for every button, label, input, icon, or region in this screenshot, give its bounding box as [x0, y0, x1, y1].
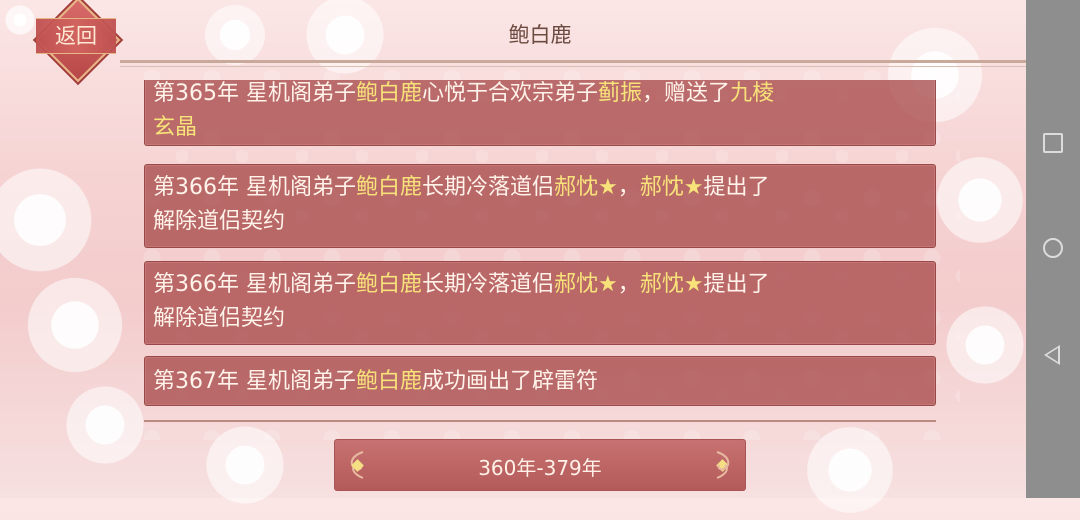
event-text: ，赠送了: [642, 81, 731, 106]
blossom-decoration: [0, 160, 100, 280]
highlighted-name: 郝忱★: [554, 272, 618, 297]
event-text: 第366年 星机阁弟子: [153, 272, 356, 297]
event-log-line: 玄晶: [153, 111, 927, 145]
event-log-entry: 第366年 星机阁弟子鲍白鹿长期冷落道侣郝忱★，郝忱★提出了 解除道侣契约: [144, 261, 936, 345]
highlighted-name: 郝忱★: [554, 175, 618, 200]
blossom-decoration: [200, 420, 290, 510]
highlighted-name: 鲍白鹿: [356, 81, 423, 106]
event-text: 解除道侣契约: [153, 306, 286, 331]
back-button-label: 返回: [36, 18, 116, 54]
event-text: 成功画出了辟雷符: [422, 369, 599, 394]
highlighted-name: 鲍白鹿: [356, 272, 423, 297]
highlighted-name: 鲍白鹿: [356, 369, 423, 394]
blossom-decoration: [60, 380, 150, 470]
event-text: 第366年 星机阁弟子: [153, 175, 356, 200]
event-text: 解除道侣契约: [153, 209, 286, 234]
home-icon[interactable]: [1043, 238, 1063, 258]
event-log-entry: 第367年 星机阁弟子鲍白鹿成功画出了辟雷符: [144, 356, 936, 406]
event-text: 第367年 星机阁弟子: [153, 369, 356, 394]
event-text: 提出了: [703, 272, 770, 297]
event-log-line: 解除道侣契约: [153, 302, 927, 336]
event-text: 长期冷落道侣: [422, 175, 555, 200]
event-log-line: 第366年 星机阁弟子鲍白鹿长期冷落道侣郝忱★，郝忱★提出了: [153, 268, 927, 302]
highlighted-name: 蓟振: [598, 81, 643, 106]
recent-apps-icon[interactable]: [1043, 133, 1063, 153]
ornament-right-icon: [716, 451, 730, 479]
event-text: 心悦于合欢宗弟子: [422, 81, 599, 106]
event-log-entry: 第365年 星机阁弟子鲍白鹿心悦于合欢宗弟子蓟振，赠送了九棱玄晶: [144, 80, 936, 146]
event-text: 长期冷落道侣: [422, 272, 555, 297]
blossom-decoration: [930, 150, 1030, 250]
blossom-decoration: [20, 270, 130, 380]
event-log-line: 第366年 星机阁弟子鲍白鹿长期冷落道侣郝忱★，郝忱★提出了: [153, 171, 927, 205]
highlighted-name: 郝忱★: [639, 175, 704, 200]
event-log-line: 第367年 星机阁弟子鲍白鹿成功画出了辟雷符: [153, 365, 927, 399]
back-button[interactable]: 返回: [30, 0, 121, 83]
highlighted-name: 郝忱★: [639, 272, 704, 297]
event-text: 第365年 星机阁弟子: [153, 81, 356, 106]
blossom-decoration: [940, 300, 1030, 390]
highlighted-name: 九棱: [730, 81, 775, 106]
event-text: ，: [617, 272, 640, 297]
list-bottom-divider: [144, 420, 936, 422]
event-text: ，: [617, 175, 640, 200]
header-divider-thin: [120, 66, 1026, 67]
event-log-line: 解除道侣契约: [153, 205, 927, 239]
event-log-line: 第365年 星机阁弟子鲍白鹿心悦于合欢宗弟子蓟振，赠送了九棱: [153, 80, 927, 111]
back-triangle-icon[interactable]: [1044, 345, 1060, 365]
page-title: 鲍白鹿: [508, 23, 572, 47]
highlighted-name: 玄晶: [153, 115, 198, 140]
header-divider: [120, 60, 1026, 63]
blossom-decoration: [800, 420, 900, 520]
system-navigation-bar: [1026, 0, 1080, 498]
highlighted-name: 鲍白鹿: [356, 175, 423, 200]
year-range-label: 360年-379年: [478, 456, 602, 480]
event-log-list[interactable]: 第365年 星机阁弟子鲍白鹿心悦于合欢宗弟子蓟振，赠送了九棱 玄晶 第366年 星机…: [144, 80, 936, 420]
year-range-pager[interactable]: 360年-379年: [334, 439, 746, 491]
event-text: 提出了: [703, 175, 770, 200]
event-log-entry: 第366年 星机阁弟子鲍白鹿长期冷落道侣郝忱★，郝忱★提出了 解除道侣契约: [144, 164, 936, 248]
